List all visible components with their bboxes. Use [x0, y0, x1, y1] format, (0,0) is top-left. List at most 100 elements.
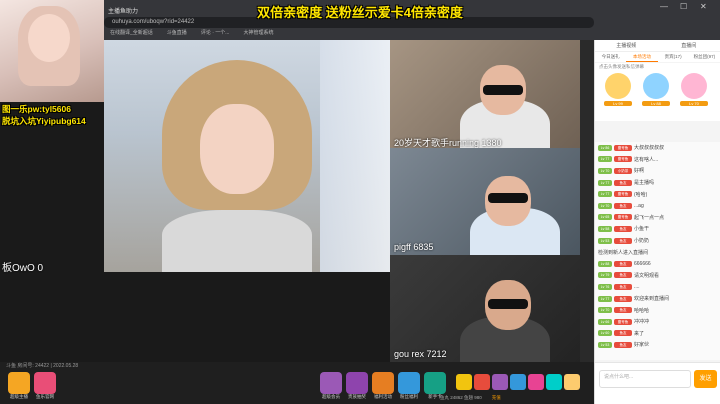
chat-message: Lv 77 鱼友 是主播吗	[595, 177, 720, 189]
fans-welfare-button[interactable]: 粉丝福利	[398, 372, 420, 399]
username[interactable]: 鱼友	[614, 237, 632, 244]
user-level-badge: Lv 77	[598, 156, 612, 163]
avatar[interactable]	[681, 73, 707, 99]
bookmark-item[interactable]: 评论 · 一个...	[201, 29, 230, 39]
message-text: 是主播吗	[634, 180, 655, 187]
super-streamer-button[interactable]: 超级主播	[8, 372, 30, 399]
guest-camera-1: 20岁天才歌手running 1380	[390, 40, 580, 148]
chat-sidebar: 主播视频 直播间 今日送礼 本场活动 贵宾(17) 粉丝团(97) 点击头像发送…	[594, 40, 720, 404]
rule-overlay: 脱坑入坑Yiyipubg614	[2, 116, 86, 126]
curtain-background	[320, 40, 390, 272]
avatar[interactable]	[605, 73, 631, 99]
chat-message: Lv 70 小奶茶 好啊	[595, 165, 720, 177]
message-text: 小奶奶	[634, 238, 650, 245]
bookmark-item[interactable]: 斗鱼直播	[167, 29, 187, 39]
username[interactable]: 鱼友	[614, 283, 632, 290]
username[interactable]: 鱼友	[614, 225, 632, 232]
message-text: (哈哈)	[634, 191, 648, 198]
chat-input-area: 说点什么吧... 发送	[595, 362, 720, 404]
bookmarks-bar: 在线翻译_全新超话 斗鱼直播 评论 · 一个... 大神管理系统	[104, 29, 720, 39]
gift-icon[interactable]	[510, 374, 526, 390]
chat-input[interactable]: 说点什么吧...	[599, 370, 691, 388]
tab-fan-club[interactable]: 粉丝团(97)	[689, 52, 720, 62]
username[interactable]: 小奶茶	[614, 167, 632, 174]
vip-button[interactable]: 超级会员	[320, 372, 342, 399]
user-level-badge: Lv 65	[598, 214, 612, 221]
guest-camera-2: pigff 6835	[390, 148, 580, 255]
username[interactable]: 鱼友	[614, 295, 632, 302]
username[interactable]: 鱼友	[614, 272, 632, 279]
recharge-link[interactable]: 充值	[492, 395, 501, 401]
welfare-button[interactable]: 福利活动	[372, 372, 394, 399]
chat-message: Lv 77 壹号鱼 这有啥人...	[595, 154, 720, 166]
username[interactable]: 鱼友	[614, 330, 632, 337]
message-text: 欢迎来到直播间	[634, 296, 670, 303]
chat-message: 检测到新人进入直播间	[595, 246, 720, 258]
chat-list[interactable]: Lv 86 壹号鱼 大叔叔叔叔叔 Lv 77 壹号鱼 这有啥人... Lv 70 小奶茶 好啊 L…	[595, 142, 720, 360]
message-text: 这有啥人...	[634, 156, 659, 163]
user-level-badge: Lv 77	[598, 191, 612, 198]
send-button[interactable]: 发送	[694, 370, 717, 388]
gift-icon[interactable]	[474, 374, 490, 390]
chat-message: Lv 76 鱼友....	[595, 281, 720, 293]
user-level-badge: Lv 66	[598, 318, 612, 325]
room-info: 斗鱼 房间号: 24422 | 2022.05.28	[6, 363, 79, 369]
ranking-tabs: 今日送礼 本场活动 贵宾(17) 粉丝团(97)	[595, 52, 720, 62]
username[interactable]: 鱼友	[614, 179, 632, 186]
tab-current-event[interactable]: 本场活动	[626, 52, 658, 62]
avatar[interactable]	[643, 73, 669, 99]
user-level-badge: Lv 70	[598, 167, 612, 174]
user-level-badge: Lv 70	[598, 307, 612, 314]
guest-camera-3: gou rex 7212	[390, 255, 580, 362]
username[interactable]: 鱼友	[614, 341, 632, 348]
tab-vip[interactable]: 贵宾(17)	[658, 52, 689, 62]
chat-message: Lv 77 鱼友 欢迎来到直播间	[595, 293, 720, 305]
message-text: 小鱼干	[634, 226, 650, 233]
gift-icon[interactable]	[564, 374, 580, 390]
chat-message: Lv 79 鱼友 请文明观看	[595, 270, 720, 282]
username[interactable]: 壹号鱼	[614, 191, 632, 198]
chat-message: Lv 65 壹号鱼 起飞一点一点	[595, 212, 720, 224]
chat-message: Lv 86 壹号鱼 大叔叔叔叔叔	[595, 142, 720, 154]
username[interactable]: 壹号鱼	[614, 214, 632, 221]
level-badge: Lv 70	[680, 101, 708, 106]
streamer-figure	[162, 60, 312, 272]
user-level-badge: Lv 60	[598, 330, 612, 337]
message-text: 好家伙	[634, 342, 650, 349]
chat-message: Lv 70 鱼友 ...ag	[595, 200, 720, 212]
gift-icon[interactable]	[546, 374, 562, 390]
username[interactable]: 壹号鱼	[614, 144, 632, 151]
chat-message: Lv 88 鱼友 666666	[595, 258, 720, 270]
username[interactable]: 鱼友	[614, 202, 632, 209]
gift-icon[interactable]	[528, 374, 544, 390]
newbie-card-button[interactable]: 新手卡	[424, 372, 446, 399]
level-badge: Lv 88	[642, 101, 670, 106]
message-text: 检测到新人进入直播间	[598, 249, 649, 256]
message-text: 请文明观看	[634, 272, 660, 279]
chat-message: Lv 53 鱼友 小奶奶	[595, 235, 720, 247]
username[interactable]: 鱼友	[614, 307, 632, 314]
tab-streamer-video[interactable]: 主播视频	[595, 40, 658, 51]
message-text: ...ag	[634, 202, 644, 209]
chat-message: Lv 58 鱼友 小鱼干	[595, 223, 720, 235]
gift-icon[interactable]	[456, 374, 472, 390]
chat-message: Lv 70 鱼友 哈哈哈	[595, 304, 720, 316]
official-site-button[interactable]: 鱼乐官网	[34, 372, 56, 399]
username[interactable]: 壹号鱼	[614, 156, 632, 163]
user-level-badge: Lv 53	[598, 237, 612, 244]
bookmark-item[interactable]: 在线翻译_全新超话	[110, 29, 153, 39]
tab-room[interactable]: 直播间	[658, 40, 720, 51]
user-level-badge: Lv 53	[598, 341, 612, 348]
chat-message: Lv 77 壹号鱼 (哈哈)	[595, 188, 720, 200]
bookmark-item[interactable]: 大神管理系统	[243, 29, 273, 39]
tab-today-gifts[interactable]: 今日送礼	[595, 52, 626, 62]
guest-2-label: pigff 6835	[394, 242, 434, 252]
username[interactable]: 壹号鱼	[614, 318, 632, 325]
gift-icon[interactable]	[492, 374, 508, 390]
main-cam-label: 板OwO 0	[2, 263, 44, 274]
message-text: 大叔叔叔叔叔	[634, 145, 665, 152]
rank-hint: 点击头像发送私信弹幕	[599, 64, 644, 69]
username[interactable]: 鱼友	[614, 260, 632, 267]
noble-lottery-button[interactable]: 贵族抽奖	[346, 372, 368, 399]
guest-1-label: 20岁天才歌手running 1380	[394, 138, 502, 148]
